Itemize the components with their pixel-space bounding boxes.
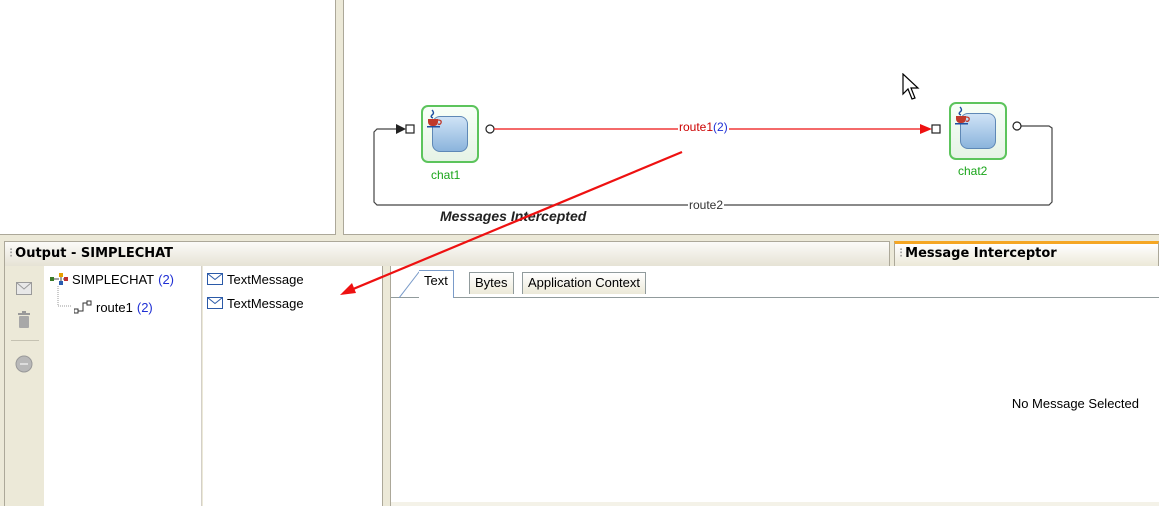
envelope-icon	[207, 297, 223, 309]
message-type-label: TextMessage	[227, 295, 304, 311]
route1-count: (2)	[713, 120, 728, 134]
route1-label[interactable]: route1(2)	[678, 120, 729, 134]
horizontal-splitter[interactable]	[383, 266, 390, 506]
detail-bottom-edge	[391, 502, 1159, 506]
envelope-icon	[207, 273, 223, 285]
java-cup-icon	[427, 109, 468, 152]
java-cup-icon	[955, 106, 996, 149]
message-interceptor-pane: Text Bytes Application Context No Messag…	[390, 266, 1159, 506]
route-canvas[interactable]: chat1 chat2 route1(2) route2 Messages In…	[344, 0, 1159, 235]
route2-arrowhead	[396, 124, 406, 134]
route2-label[interactable]: route2	[688, 198, 725, 212]
route1-name: route1	[679, 120, 714, 134]
list-item[interactable]: TextMessage	[207, 294, 304, 312]
message-list: TextMessage TextMessage	[203, 266, 383, 506]
tree-item-route1[interactable]: route1 (2)	[74, 298, 153, 316]
message-type-label: TextMessage	[227, 271, 304, 287]
vertical-splitter[interactable]	[336, 0, 344, 235]
messages-intercepted-annotation: Messages Intercepted	[440, 208, 587, 224]
mouse-cursor-icon	[902, 73, 920, 100]
tree-item-label: SIMPLECHAT	[72, 271, 155, 287]
tab-text[interactable]: Text	[419, 270, 454, 298]
chat2-label: chat2	[958, 164, 988, 178]
message-interceptor-header[interactable]: ⁝ Message Interceptor	[894, 241, 1159, 266]
output-panel-title: Output - SIMPLECHAT	[15, 246, 174, 261]
network-icon	[50, 271, 68, 287]
list-item[interactable]: TextMessage	[207, 270, 304, 288]
top-left-pane	[0, 0, 336, 235]
tree-item-label: route1	[96, 299, 133, 315]
tree-item-count: (2)	[158, 271, 174, 287]
tree-item-count: (2)	[136, 299, 153, 315]
route-icon	[74, 299, 92, 315]
chat1-node[interactable]	[421, 105, 479, 163]
chat1-label: chat1	[431, 168, 461, 182]
tab-application-context[interactable]: Application Context	[522, 272, 647, 294]
message-interceptor-title: Message Interceptor	[905, 246, 1057, 261]
trash-icon[interactable]	[14, 310, 34, 330]
envelope-icon[interactable]	[14, 278, 34, 298]
tree-item-simplechat[interactable]: SIMPLECHAT (2)	[50, 270, 174, 288]
detail-tabs: Text Bytes Application Context	[391, 266, 1159, 298]
route1-arrowhead	[920, 124, 932, 134]
output-toolbar	[4, 266, 44, 506]
output-panel-header[interactable]: ⁝ Output - SIMPLECHAT	[4, 241, 890, 266]
output-tree: SIMPLECHAT (2) route1 (2)	[44, 266, 202, 506]
empty-state-text: No Message Selected	[1011, 396, 1139, 411]
grip-icon: ⁝	[899, 246, 904, 261]
stop-icon[interactable]	[14, 354, 34, 374]
chat2-output-port[interactable]	[1012, 121, 1022, 131]
chat1-input-port[interactable]	[405, 124, 415, 134]
chat1-output-port[interactable]	[485, 124, 495, 134]
tab-bytes[interactable]: Bytes	[469, 272, 514, 294]
grip-icon: ⁝	[9, 246, 14, 261]
chat2-node[interactable]	[949, 102, 1007, 160]
chat2-input-port[interactable]	[931, 124, 941, 134]
toolbar-separator	[11, 340, 39, 341]
